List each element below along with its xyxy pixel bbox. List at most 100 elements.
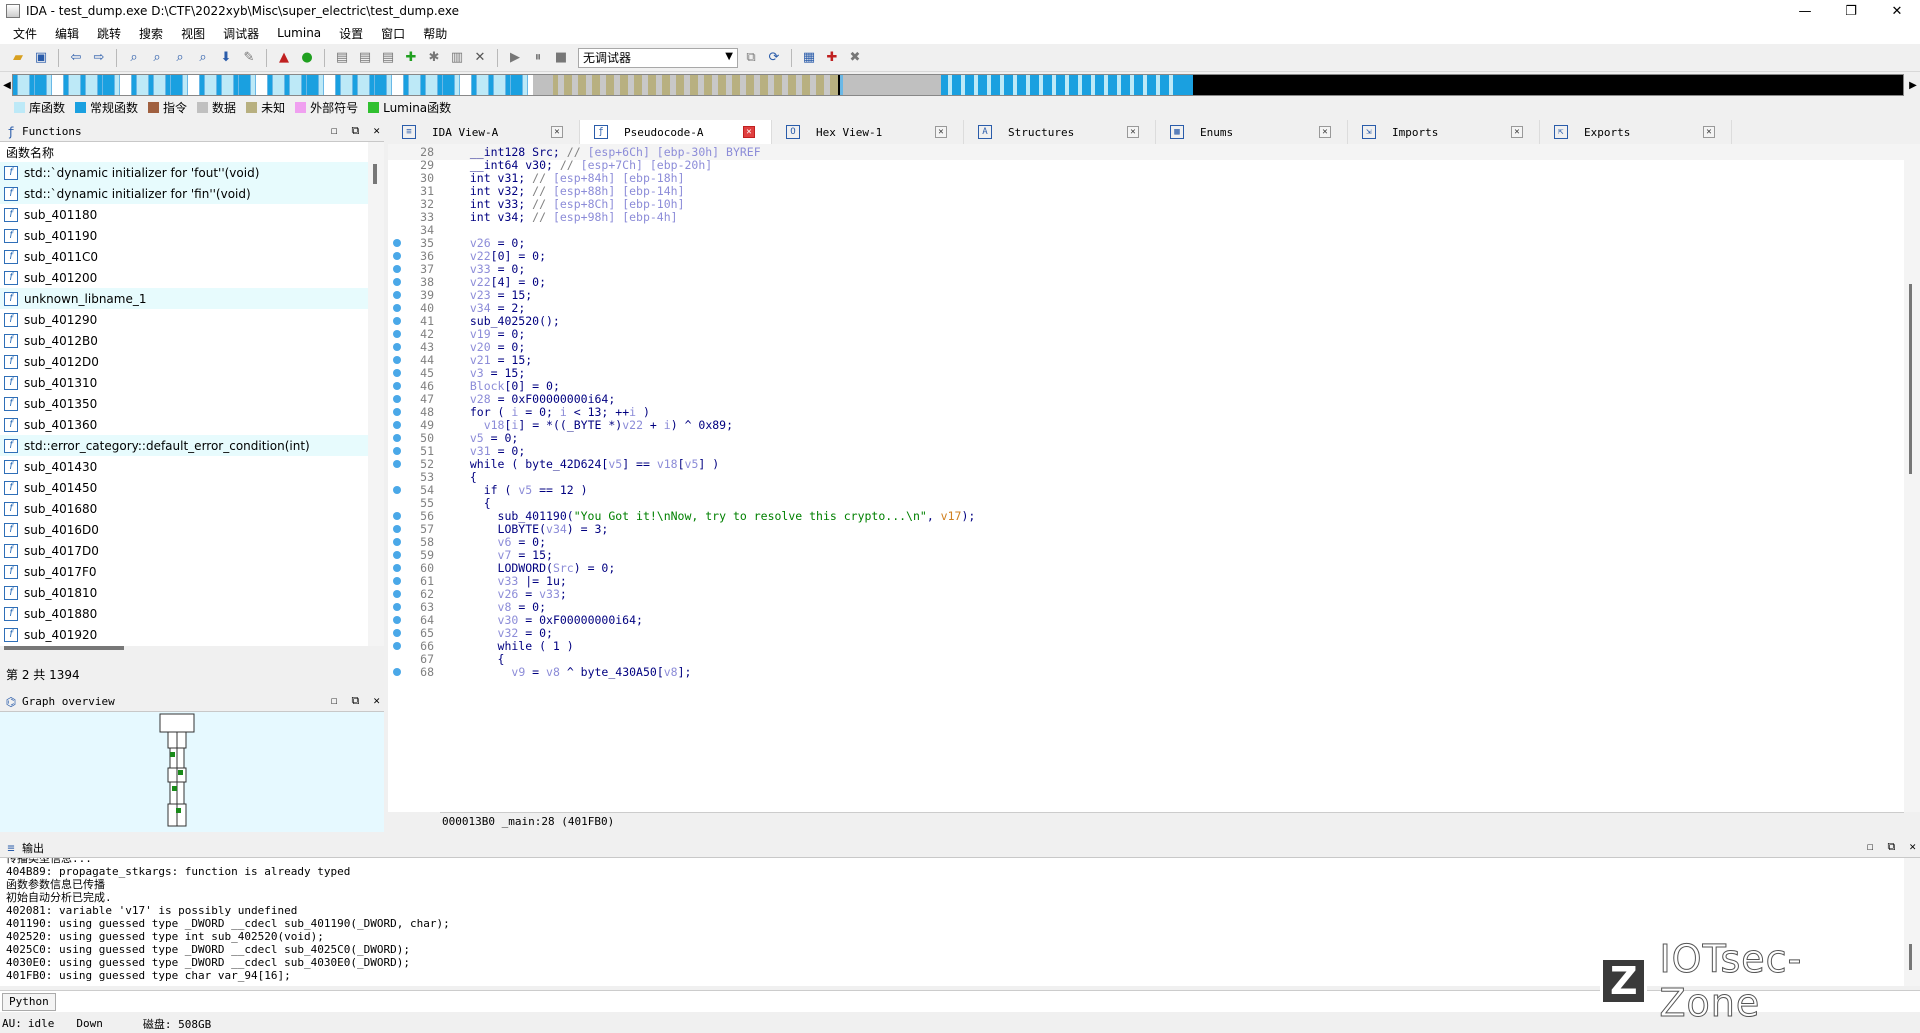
function-row[interactable]: f sub_401290: [0, 309, 368, 330]
function-row[interactable]: f std::`dynamic initializer for 'fin''(vo…: [0, 183, 368, 204]
function-row[interactable]: f sub_401920: [0, 624, 368, 645]
function-row[interactable]: f sub_4016D0: [0, 519, 368, 540]
function-row[interactable]: f sub_401190: [0, 225, 368, 246]
attach-icon[interactable]: ⧉: [741, 48, 761, 68]
tab-exports[interactable]: ⇱ Exports ✕: [1540, 120, 1732, 144]
function-row[interactable]: f sub_401450: [0, 477, 368, 498]
plugin-icon[interactable]: ✱: [424, 48, 444, 68]
stop-icon[interactable]: ■: [551, 48, 571, 68]
function-row[interactable]: f std::error_category::default_error_cond…: [0, 435, 368, 456]
imm-search-icon[interactable]: ⌕: [170, 48, 190, 68]
segment-icon[interactable]: ▤: [332, 48, 352, 68]
function-row[interactable]: f sub_4012B0: [0, 330, 368, 351]
panel-close-icon[interactable]: ✕: [1909, 840, 1916, 854]
scrollbar-thumb[interactable]: [1909, 284, 1912, 474]
back-icon[interactable]: ⇦: [66, 48, 86, 68]
menu-view[interactable]: 视图: [172, 25, 214, 42]
tab-close-icon[interactable]: ✕: [1511, 126, 1523, 138]
pseudocode-view[interactable]: 28 __int128 Src; // [esp+6Ch] [ebp-30h] …: [388, 144, 1904, 812]
python-language-button[interactable]: Python: [2, 992, 56, 1011]
calc-icon[interactable]: ▥: [447, 48, 467, 68]
tab-close-icon[interactable]: ✕: [1703, 126, 1715, 138]
function-name-column-header[interactable]: 函数名称: [0, 142, 368, 162]
minimize-button[interactable]: —: [1782, 0, 1828, 22]
menu-debugger[interactable]: 调试器: [214, 25, 268, 42]
add-icon[interactable]: ✚: [401, 48, 421, 68]
navigation-band[interactable]: [12, 74, 1904, 96]
function-row[interactable]: f unknown_libname_1: [0, 288, 368, 309]
tab-close-icon[interactable]: ✕: [1127, 126, 1139, 138]
function-row[interactable]: f sub_401680: [0, 498, 368, 519]
function-row[interactable]: f sub_4017F0: [0, 561, 368, 582]
remove-breakpoint-icon[interactable]: ✖: [845, 48, 865, 68]
tab-imports[interactable]: ⇲ Imports ✕: [1348, 120, 1540, 144]
code-line[interactable]: 68 v9 = v8 ^ byte_430A50[v8];: [388, 664, 1904, 680]
tab-close-icon[interactable]: ✕: [1319, 126, 1331, 138]
panel-maximize-icon[interactable]: ☐: [1867, 840, 1874, 854]
patch-icon[interactable]: ✎: [239, 48, 259, 68]
menu-windows[interactable]: 窗口: [372, 25, 414, 42]
save-icon[interactable]: ▣: [31, 48, 51, 68]
maximize-button[interactable]: ❐: [1828, 0, 1874, 22]
tab-close-icon[interactable]: ✕: [743, 126, 755, 138]
forward-icon[interactable]: ⇨: [89, 48, 109, 68]
open-icon[interactable]: ▰: [8, 48, 28, 68]
menu-help[interactable]: 帮助: [414, 25, 456, 42]
delete-icon[interactable]: ✕: [470, 48, 490, 68]
scrollbar-thumb[interactable]: [1909, 944, 1912, 970]
tab-structures[interactable]: A Structures ✕: [964, 120, 1156, 144]
nav-right-arrow-icon[interactable]: ▶: [1908, 74, 1918, 96]
tab-hex-view-1[interactable]: O Hex View-1 ✕: [772, 120, 964, 144]
run-icon[interactable]: ▶: [505, 48, 525, 68]
panel-close-icon[interactable]: ✕: [373, 694, 380, 708]
menu-edit[interactable]: 编辑: [46, 25, 88, 42]
function-row[interactable]: f sub_401200: [0, 267, 368, 288]
text-search-icon[interactable]: ⌕: [147, 48, 167, 68]
binary-search-icon[interactable]: ⌕: [124, 48, 144, 68]
pseudocode-scrollbar[interactable]: [1904, 144, 1920, 812]
function-row[interactable]: f sub_401810: [0, 582, 368, 603]
function-row[interactable]: f sub_401180: [0, 204, 368, 225]
function-row[interactable]: f sub_4011C0: [0, 246, 368, 267]
output-scrollbar[interactable]: [1904, 858, 1920, 986]
menu-jump[interactable]: 跳转: [88, 25, 130, 42]
struct-icon[interactable]: ▤: [355, 48, 375, 68]
menu-search[interactable]: 搜索: [130, 25, 172, 42]
function-row[interactable]: f sub_401360: [0, 414, 368, 435]
debugger-select[interactable]: 无调试器 ▼: [578, 47, 738, 68]
refresh-icon[interactable]: ⟳: [764, 48, 784, 68]
function-row[interactable]: f sub_401350: [0, 393, 368, 414]
graph-overview-canvas[interactable]: [0, 712, 384, 832]
panel-maximize-icon[interactable]: ☐: [331, 694, 338, 708]
jump-down-icon[interactable]: ⬇: [216, 48, 236, 68]
xref-icon[interactable]: ▤: [378, 48, 398, 68]
function-row[interactable]: f sub_4017D0: [0, 540, 368, 561]
tab-close-icon[interactable]: ✕: [935, 126, 947, 138]
panel-float-icon[interactable]: ⧉: [352, 124, 360, 138]
panel-close-icon[interactable]: ✕: [373, 124, 380, 138]
close-button[interactable]: ✕: [1874, 0, 1920, 22]
function-row[interactable]: f sub_401880: [0, 603, 368, 624]
tab-close-icon[interactable]: ✕: [551, 126, 563, 138]
pause-icon[interactable]: ⏸: [528, 48, 548, 68]
add-breakpoint-icon[interactable]: ✚: [822, 48, 842, 68]
function-row[interactable]: f sub_401430: [0, 456, 368, 477]
panel-float-icon[interactable]: ⧉: [352, 694, 360, 708]
panel-maximize-icon[interactable]: ☐: [331, 124, 338, 138]
graph-icon[interactable]: ▲: [274, 48, 294, 68]
breakpoint-list-icon[interactable]: ▦: [799, 48, 819, 68]
menu-lumina[interactable]: Lumina: [268, 26, 330, 40]
panel-float-icon[interactable]: ⧉: [1888, 840, 1896, 854]
menu-file[interactable]: 文件: [4, 25, 46, 42]
function-row[interactable]: f sub_4012D0: [0, 351, 368, 372]
function-row[interactable]: f std::`dynamic initializer for 'fout''(v…: [0, 162, 368, 183]
lumina-icon[interactable]: ●: [297, 48, 317, 68]
functions-hscrollbar[interactable]: [4, 646, 124, 650]
nav-left-arrow-icon[interactable]: ◀: [2, 74, 12, 96]
functions-scrollbar[interactable]: [368, 142, 384, 646]
tab-pseudocode-a[interactable]: ƒ Pseudocode-A ✕: [580, 120, 772, 144]
scrollbar-thumb[interactable]: [373, 164, 377, 184]
tab-enums[interactable]: ▦ Enums ✕: [1156, 120, 1348, 144]
tab-ida-view-a[interactable]: ≡ IDA View-A ✕: [388, 120, 580, 144]
menu-options[interactable]: 设置: [330, 25, 372, 42]
